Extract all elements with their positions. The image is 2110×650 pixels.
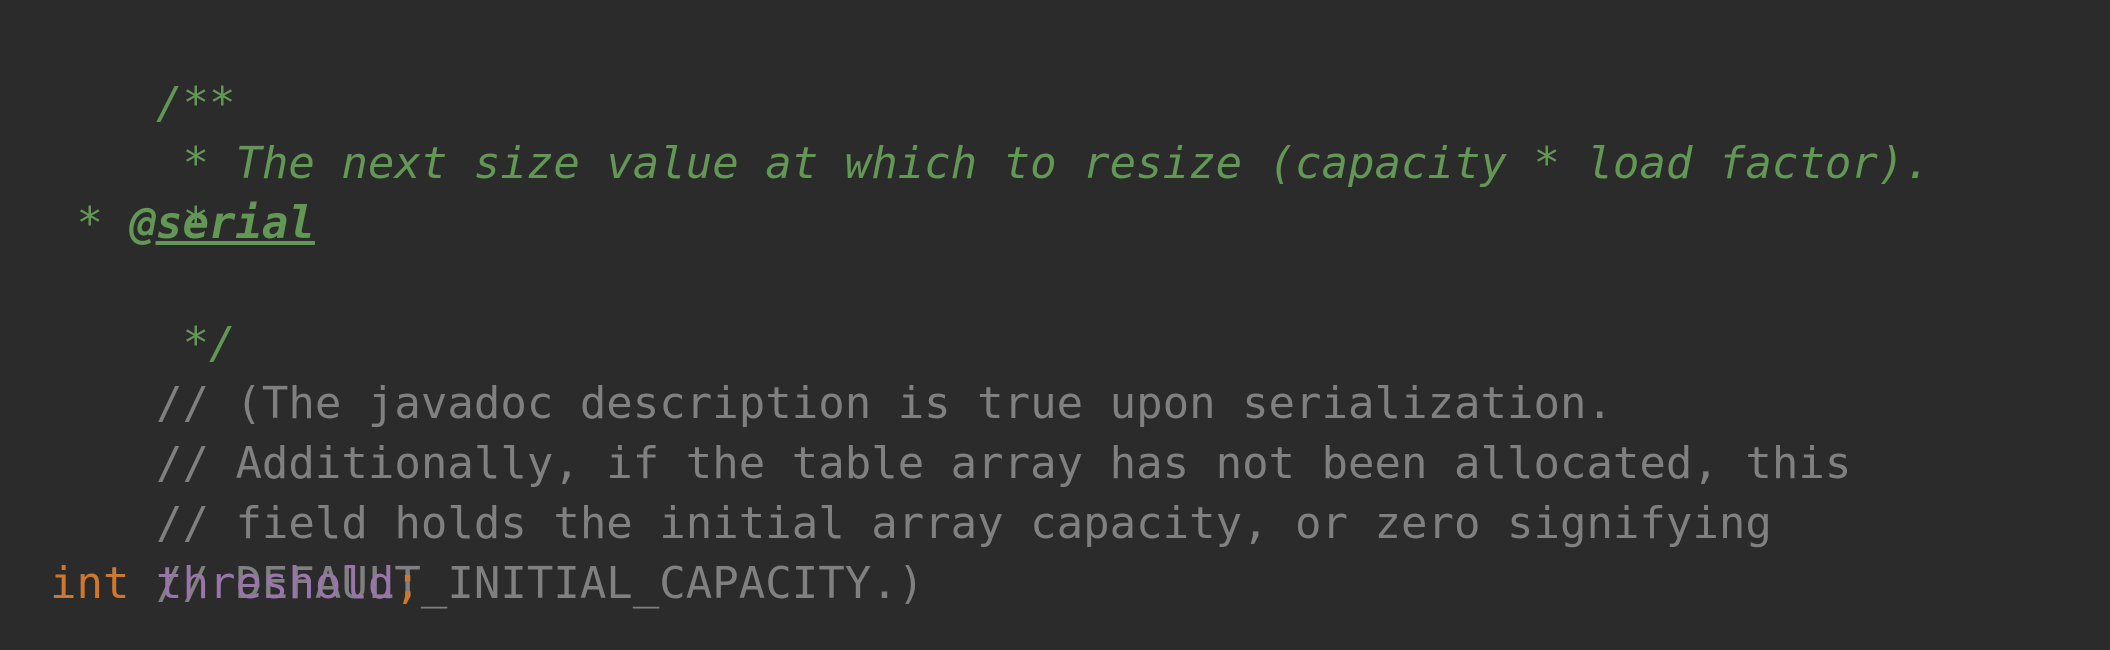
code-editor[interactable]: /** * The next size value at which to re… [0, 0, 2110, 650]
line-comment-1: // (The javadoc description is true upon… [155, 378, 1613, 429]
code-line-5: */ [50, 254, 2110, 369]
line-comment-2: // Additionally, if the table array has … [155, 438, 1852, 489]
code-line-2: * The next size value at which to resize… [50, 74, 2110, 189]
code-line-1: /** [50, 14, 2110, 129]
javadoc-close: */ [155, 318, 236, 369]
javadoc-open: /** [155, 78, 236, 129]
code-line-10: int threshold; [50, 554, 2110, 614]
code-line-6: // (The javadoc description is true upon… [50, 314, 2110, 429]
declaration-space [129, 558, 156, 609]
javadoc-serial-tag[interactable]: @serial [129, 198, 314, 249]
threshold-field[interactable]: threshold [156, 558, 394, 609]
semicolon: ; [394, 558, 421, 609]
javadoc-description: * The next size value at which to resize… [155, 138, 1931, 189]
code-line-4: * @serial [50, 194, 2110, 254]
javadoc-line-prefix: * [50, 198, 130, 249]
int-keyword: int [50, 558, 130, 609]
line-comment-3: // field holds the initial array capacit… [155, 498, 1772, 549]
